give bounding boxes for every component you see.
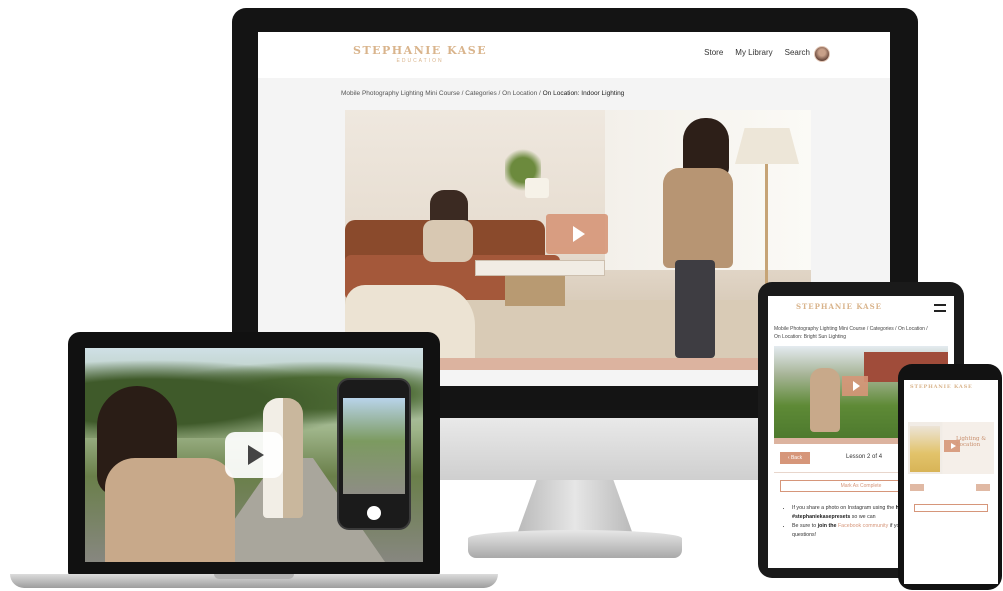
tablet-breadcrumb: Mobile Photography Lighting Mini Course … <box>774 326 950 341</box>
note-bold: join the <box>817 523 837 529</box>
note-text: Be sure to <box>792 523 818 529</box>
phone-logo[interactable]: STEPHANIE KASE <box>910 384 973 390</box>
user-avatar[interactable] <box>814 46 830 62</box>
phone-screen: STEPHANIE KASE Lighting & Location <box>904 380 998 584</box>
play-icon <box>247 445 264 465</box>
nav-library-link[interactable]: My Library <box>735 48 772 57</box>
laptop-video[interactable] <box>85 348 423 562</box>
video-table-lamp <box>525 178 549 198</box>
phone-next-button[interactable] <box>976 484 990 491</box>
tablet-logo[interactable]: STEPHANIE KASE <box>796 302 882 311</box>
video-photographer <box>663 168 733 268</box>
logo-tagline: EDUCATION <box>396 58 444 64</box>
phone-back-button[interactable] <box>910 484 924 491</box>
video-seated-model <box>423 220 473 262</box>
phone-play-button[interactable] <box>944 440 960 452</box>
phone-video-title: Lighting & Location <box>956 436 987 449</box>
monitor-stand-base <box>468 530 682 558</box>
tablet-breadcrumb-current: On Location: Bright Sun Lighting <box>774 333 846 340</box>
laptop-video-photographer <box>105 458 235 562</box>
video-basket <box>505 276 565 306</box>
lesson-video[interactable] <box>345 110 811 358</box>
laptop-play-button[interactable] <box>225 432 283 478</box>
video-floor-lamp <box>735 128 799 164</box>
video-coffee-table <box>475 260 605 276</box>
hamburger-menu-icon[interactable] <box>934 304 946 312</box>
lesson-counter: Lesson 2 of 4 <box>846 454 883 460</box>
tablet-breadcrumb-path[interactable]: Mobile Photography Lighting Mini Course … <box>774 326 950 334</box>
laptop-video-phone <box>337 378 411 530</box>
nav-store-link[interactable]: Store <box>704 48 723 57</box>
laptop-notch <box>214 574 294 579</box>
breadcrumb-path[interactable]: Mobile Photography Lighting Mini Course … <box>341 90 543 97</box>
site-header: STEPHANIE KASE EDUCATION Store My Librar… <box>258 32 890 78</box>
logo-wordmark: STEPHANIE KASE <box>353 44 488 57</box>
phone-video-model <box>910 426 940 472</box>
play-icon <box>951 443 956 449</box>
breadcrumb-current: On Location: Indoor Lighting <box>542 90 625 97</box>
play-icon <box>853 381 860 391</box>
note-text-end: so we can <box>850 514 876 520</box>
breadcrumb: Mobile Photography Lighting Mini Course … <box>341 90 624 97</box>
play-button[interactable] <box>546 214 608 254</box>
note-text: If you share a photo on Instagram using … <box>792 505 896 511</box>
shutter-icon <box>367 506 381 520</box>
phone-mark-complete-button[interactable] <box>914 504 988 512</box>
main-nav: Store My Library Search <box>704 48 810 57</box>
phone-camera-view <box>343 398 405 494</box>
nav-search-link[interactable]: Search <box>785 48 810 57</box>
facebook-community-link[interactable]: Facebook community <box>836 523 888 529</box>
back-label: Back <box>790 455 803 461</box>
site-logo[interactable]: STEPHANIE KASE EDUCATION <box>353 44 487 64</box>
back-button[interactable]: ‹ Back <box>780 452 810 464</box>
tablet-play-button[interactable] <box>842 376 868 396</box>
play-icon <box>572 226 585 242</box>
video-photographer-legs <box>675 260 715 358</box>
tablet-video-photographer <box>810 368 840 432</box>
